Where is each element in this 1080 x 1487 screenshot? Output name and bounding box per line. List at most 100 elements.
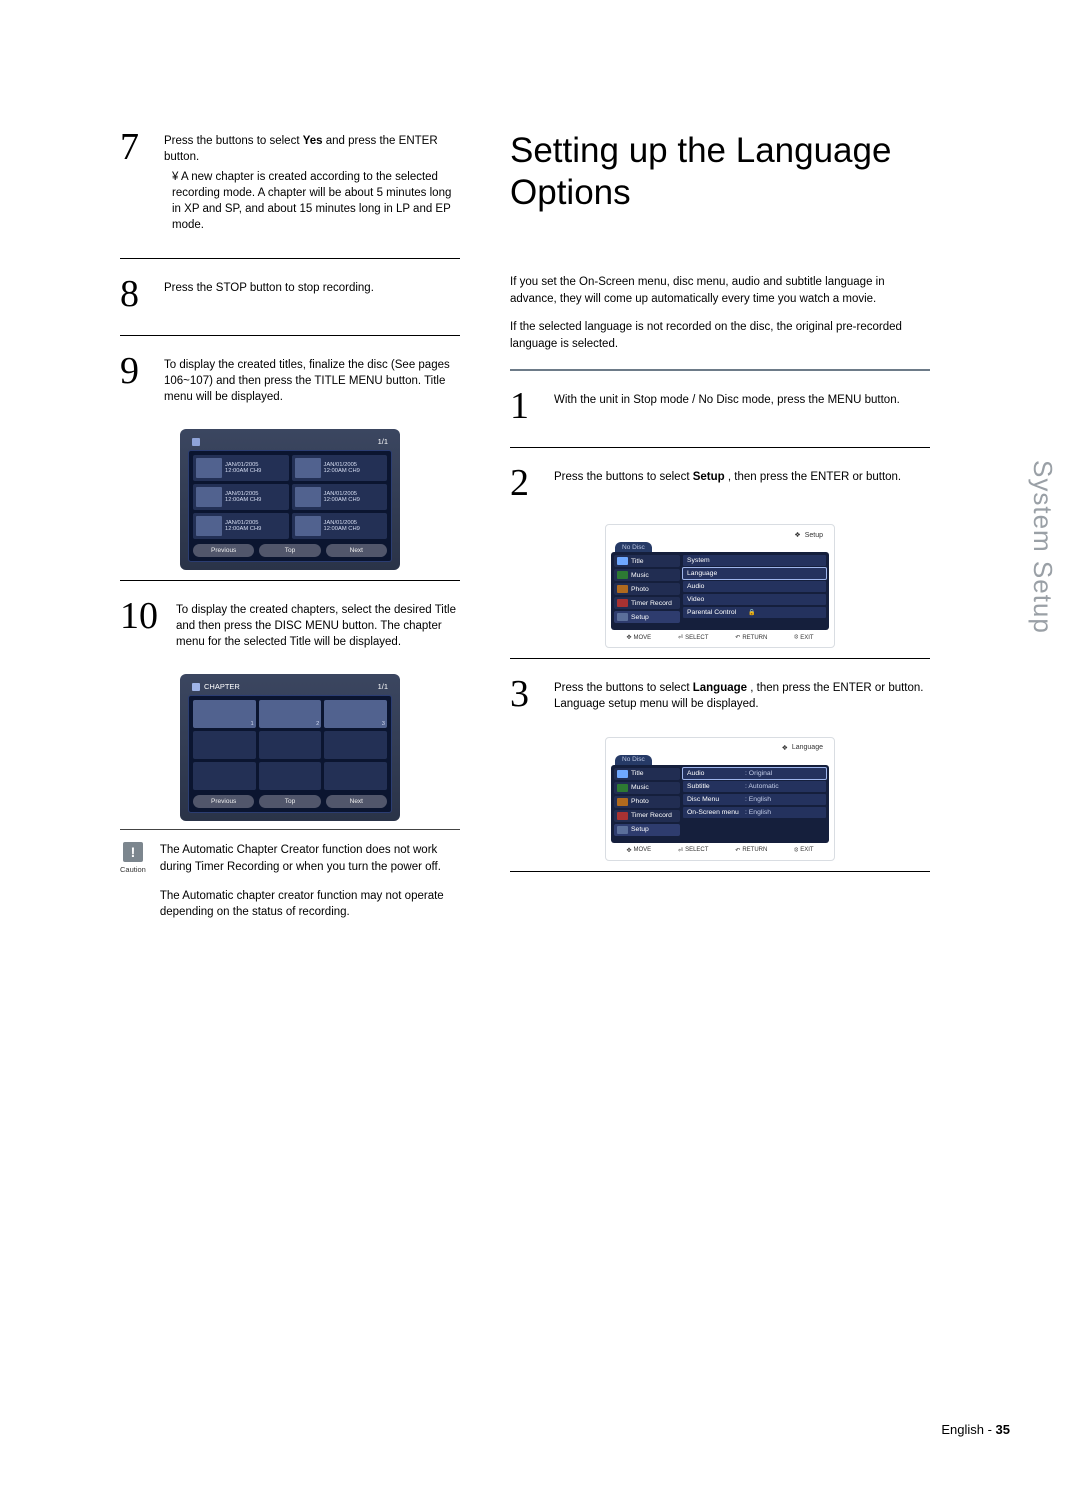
- page-indicator: 1/1: [378, 682, 388, 691]
- title-glyph-icon: [192, 438, 200, 446]
- chapter-label: CHAPTER: [204, 682, 240, 691]
- text: Press the: [554, 471, 606, 483]
- value: : English: [745, 796, 771, 803]
- step-number: 8: [120, 277, 156, 311]
- divider: [510, 447, 930, 448]
- caution-block: ! Caution The Automatic Chapter Creator …: [120, 829, 460, 921]
- foot-select: ⏎ SELECT: [678, 847, 708, 854]
- no-disc-tab: No Disc: [615, 755, 652, 765]
- side-item-photo: Photo: [614, 796, 680, 808]
- label: Parental Control: [687, 609, 745, 616]
- label: MOVE: [633, 847, 651, 853]
- side-item-music: Music: [614, 782, 680, 794]
- setup-osd-screenshot: ❖Setup No Disc Title Music Photo Timer R…: [605, 524, 835, 648]
- side-item-title: Title: [614, 555, 680, 567]
- foot-move: ✥ MOVE: [626, 634, 651, 641]
- side-item-photo: Photo: [614, 583, 680, 595]
- page-indicator: 1/1: [378, 437, 388, 446]
- caution-text-1: The Automatic Chapter Creator function d…: [160, 842, 460, 875]
- next-button: Next: [326, 795, 387, 808]
- language-osd-screenshot: ❖Language No Disc Title Music Photo Time…: [605, 737, 835, 861]
- section-side-label: System Setup: [1027, 460, 1058, 634]
- thumbnail: [196, 487, 222, 507]
- step-text: Press the buttons to select Setup , then…: [554, 466, 901, 500]
- divider: [120, 335, 460, 336]
- title-cell: JAN/01/200512:00AM CH9: [292, 455, 388, 481]
- time: 12:00AM CH9: [225, 497, 261, 503]
- timer-icon: [617, 812, 628, 820]
- label: Timer Record: [631, 600, 672, 607]
- label: Title: [631, 770, 644, 777]
- side-item-setup: Setup: [614, 611, 680, 623]
- label: System: [687, 557, 745, 564]
- osd-header: Setup: [805, 532, 823, 539]
- intro-paragraph-2: If the selected language is not recorded…: [510, 319, 930, 354]
- title-cell: JAN/01/200512:00AM CH9: [292, 513, 388, 539]
- text: Language setup menu will be displayed.: [554, 698, 759, 710]
- section-title: Setting up the Language Options: [510, 130, 930, 214]
- value: : Automatic: [745, 783, 779, 790]
- step-number: 1: [510, 389, 546, 423]
- lang-row-onscreen-menu: On-Screen menu: English: [683, 807, 826, 818]
- thumbnail: [196, 458, 222, 478]
- step-9: 9 To display the created titles, finaliz…: [120, 354, 460, 415]
- title-cell: JAN/01/200512:00AM CH9: [193, 455, 289, 481]
- step-text: To display the created chapters, select …: [176, 599, 460, 650]
- time: 12:00AM CH9: [324, 468, 360, 474]
- chapter-cell-empty: [324, 731, 387, 759]
- label: Disc Menu: [687, 796, 745, 803]
- step-text: To display the created titles, finalize …: [164, 354, 460, 405]
- thumbnail: [295, 516, 321, 536]
- intro-paragraph-1: If you set the On-Screen menu, disc menu…: [510, 274, 930, 309]
- page-number: 35: [996, 1422, 1010, 1437]
- step-10: 10 To display the created chapters, sele…: [120, 599, 460, 660]
- label: Music: [631, 572, 649, 579]
- chapter-menu-screenshot: CHAPTER 1/1 1 2 3: [180, 674, 400, 821]
- chapter-cell-empty: [324, 762, 387, 790]
- thumbnail: [295, 458, 321, 478]
- index: 1: [250, 721, 253, 727]
- step-text: With the unit in Stop mode / No Disc mod…: [554, 389, 900, 423]
- menu-row-video: Video: [683, 594, 826, 605]
- text: Press the: [554, 682, 606, 694]
- chapter-cell-empty: [259, 731, 322, 759]
- step-number: 7: [120, 130, 156, 234]
- bullet-marker: ¥: [172, 171, 181, 183]
- lang-row-disc-menu: Disc Menu: English: [683, 794, 826, 805]
- bullet-text: A new chapter is created according to th…: [172, 171, 451, 231]
- chapter-cell: 2: [259, 700, 322, 728]
- right-column: Setting up the Language Options If you s…: [510, 130, 930, 1427]
- nav-glyph-icon: ❖: [794, 531, 800, 539]
- setup-icon: [617, 613, 628, 621]
- text: , then press the ENTER or: [750, 682, 888, 694]
- step-number: 3: [510, 677, 546, 712]
- music-icon: [617, 571, 628, 579]
- label: Timer Record: [631, 812, 672, 819]
- divider: [120, 580, 460, 581]
- side-item-music: Music: [614, 569, 680, 581]
- next-button: Next: [326, 544, 387, 557]
- foot-exit: ⦻ EXIT: [794, 847, 813, 854]
- time: 12:00AM CH9: [225, 526, 261, 532]
- title-icon: [617, 557, 628, 565]
- lang-row-audio: Audio: Original: [683, 768, 826, 779]
- setup-icon: [617, 826, 628, 834]
- top-button: Top: [259, 544, 320, 557]
- lock-icon: 🔒: [748, 609, 755, 616]
- music-icon: [617, 784, 628, 792]
- chapter-cell-empty: [193, 731, 256, 759]
- label: Audio: [687, 770, 745, 777]
- label: SELECT: [685, 847, 708, 853]
- step-1: 1 With the unit in Stop mode / No Disc m…: [510, 389, 930, 433]
- label: MOVE: [633, 635, 651, 641]
- text: button.: [866, 471, 901, 483]
- step-2: 2 Press the buttons to select Setup , th…: [510, 466, 930, 510]
- label: Video: [687, 596, 745, 603]
- chapter-glyph-icon: [192, 683, 200, 691]
- divider: [510, 658, 930, 659]
- label: Music: [631, 784, 649, 791]
- language-word: Language: [693, 682, 747, 694]
- menu-row-parental: Parental Control🔒: [683, 607, 826, 618]
- setup-word: Setup: [693, 471, 725, 483]
- chapter-cell-empty: [193, 762, 256, 790]
